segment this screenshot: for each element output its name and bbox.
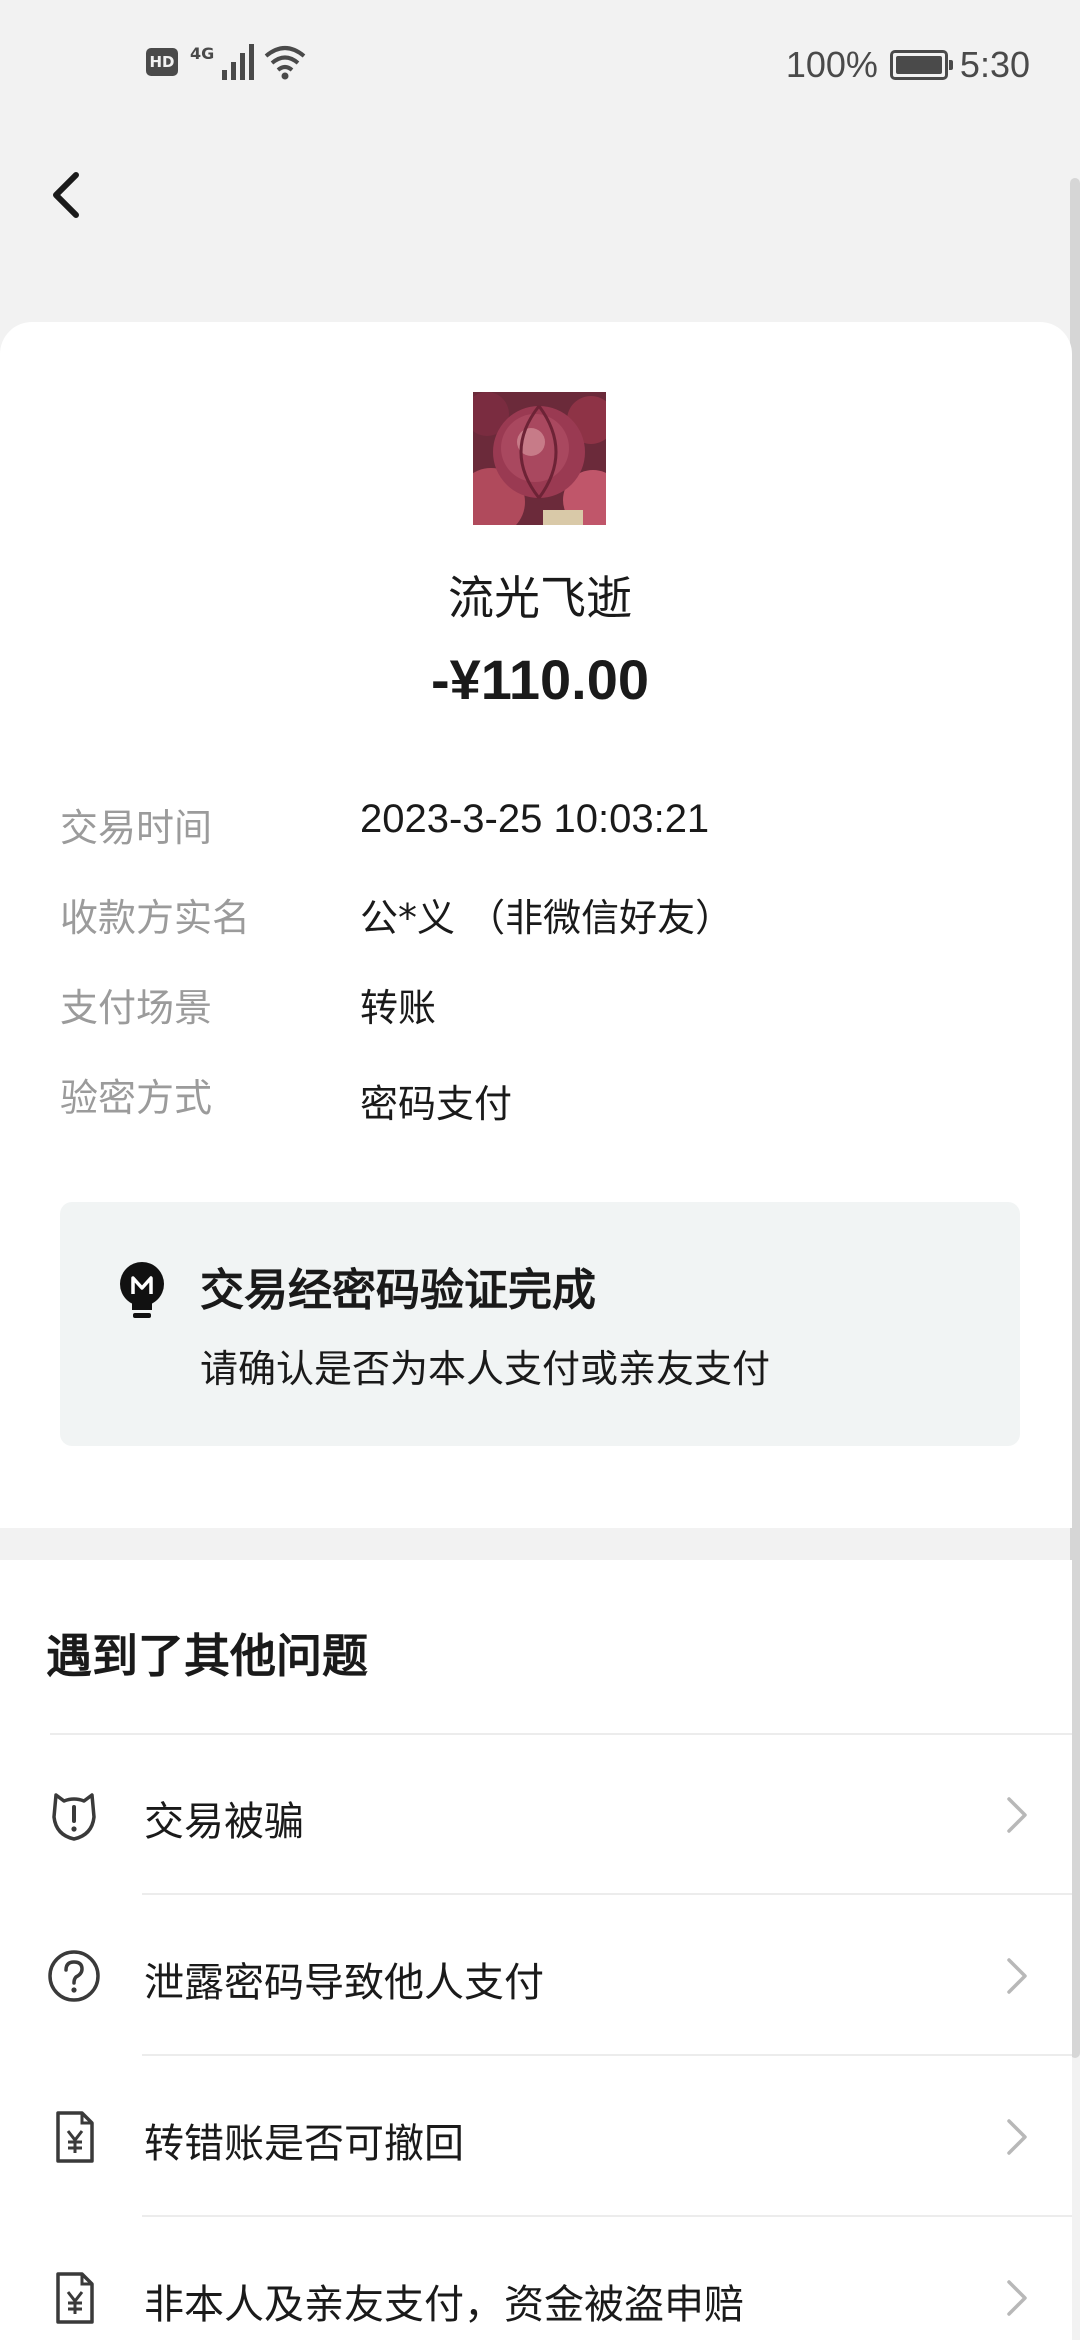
section-title: 遇到了其他问题: [46, 1629, 368, 1683]
detail-value: 2023-3-25 10:03:21: [360, 797, 710, 841]
yuan-document-icon: [56, 2272, 94, 2324]
battery-percent: 100%: [785, 44, 878, 85]
divider: [142, 2215, 1072, 2217]
problem-label: 泄露密码导致他人支付: [144, 1960, 544, 2006]
divider: [142, 2054, 1072, 2056]
detail-label: 验密方式: [60, 1076, 213, 1120]
status-left: HD 4G: [146, 44, 306, 80]
detail-value: 公*义 （非微信好友）: [360, 896, 734, 940]
detail-row-verify-method: 验密方式 密码支付: [60, 1067, 1040, 1127]
problem-item-stolen-funds-claim[interactable]: 非本人及亲友支付，资金被盗申赔: [0, 2218, 1072, 2340]
wifi-icon: [264, 46, 306, 80]
signal-icon: [222, 44, 255, 80]
payee-avatar: [473, 392, 606, 525]
status-bar: HD 4G 100% 5:30: [0, 0, 1080, 130]
problem-item-fraud[interactable]: 交易被骗: [0, 1735, 1072, 1895]
chevron-right-icon: [1007, 2280, 1027, 2316]
transaction-detail-card: 流光飞逝 -¥110.00 交易时间 2023-3-25 10:03:21 收款…: [0, 322, 1072, 1528]
problem-label: 非本人及亲友支付，资金被盗申赔: [144, 2282, 744, 2328]
detail-label: 支付场景: [60, 986, 213, 1030]
hd-badge: HD: [146, 48, 178, 76]
back-button[interactable]: [40, 165, 100, 225]
detail-row-scene: 支付场景 转账: [60, 977, 1040, 1037]
problem-item-password-leak[interactable]: 泄露密码导致他人支付: [0, 1896, 1072, 2056]
chevron-right-icon: [1007, 1797, 1027, 1833]
question-circle-icon: [48, 1950, 100, 2002]
detail-value: 转账: [360, 986, 437, 1030]
detail-row-time: 交易时间 2023-3-25 10:03:21: [60, 797, 1040, 857]
problem-label: 交易被骗: [144, 1799, 304, 1845]
chevron-left-icon: [53, 172, 79, 218]
problem-label: 转错账是否可撤回: [144, 2121, 464, 2167]
chevron-right-icon: [1007, 1958, 1027, 1994]
chevron-right-icon: [1007, 2119, 1027, 2155]
problem-item-wrong-transfer[interactable]: 转错账是否可撤回: [0, 2057, 1072, 2217]
notice-subtitle: 请确认是否为本人支付或亲友支付: [200, 1347, 771, 1391]
notice-title: 交易经密码验证完成: [200, 1265, 596, 1316]
other-problems-section: 遇到了其他问题 交易被骗 泄露密码导致他人支付 转错账是否可撤回 非本人及亲友支…: [0, 1560, 1072, 2340]
verification-notice: 交易经密码验证完成 请确认是否为本人支付或亲友支付: [60, 1202, 1020, 1446]
network-type: 4G: [190, 44, 215, 63]
yuan-document-icon: [56, 2111, 94, 2163]
clock: 5:30: [959, 44, 1030, 85]
detail-value: 密码支付: [360, 1082, 513, 1126]
battery-icon: [889, 50, 953, 80]
alert-shield-icon: [52, 1793, 96, 1841]
status-right: 100% 5:30: [786, 44, 1030, 86]
payee-name: 流光飞逝: [448, 571, 632, 625]
detail-label: 交易时间: [60, 806, 213, 850]
lightbulb-icon: [120, 1262, 164, 1318]
transaction-amount: -¥110.00: [431, 648, 649, 711]
detail-row-payee-realname: 收款方实名 公*义 （非微信好友）: [60, 887, 1040, 947]
detail-label: 收款方实名: [60, 896, 251, 940]
divider: [142, 1893, 1072, 1895]
